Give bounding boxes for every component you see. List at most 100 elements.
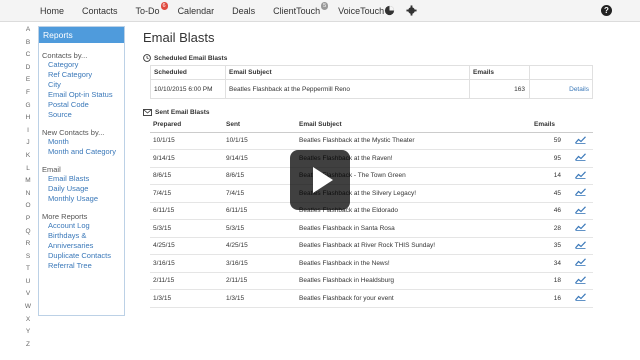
- alphabet-letter[interactable]: W: [22, 301, 34, 314]
- alphabet-letter[interactable]: S: [22, 251, 34, 264]
- top-navigation-bar: Home Contacts To-Do 6 Calendar Deals Clie…: [0, 0, 640, 22]
- sidebar-link[interactable]: Month and Category: [39, 147, 124, 157]
- sidebar-link[interactable]: Month: [39, 137, 124, 147]
- sidebar-title: Reports: [39, 27, 124, 43]
- clock-icon: [143, 54, 151, 62]
- nav-todo-label: To-Do: [135, 6, 160, 16]
- sidebar-link[interactable]: Postal Code: [39, 100, 124, 110]
- alphabet-letter[interactable]: Y: [22, 326, 34, 339]
- sidebar-link[interactable]: Source: [39, 110, 124, 120]
- emails-count: 45: [531, 184, 565, 203]
- sent-table: Prepared Sent Email Subject Emails 10/1/…: [150, 118, 593, 308]
- email-subject: Beatles Flashback at the Mystic Theater: [296, 132, 531, 150]
- sidebar-link[interactable]: Referral Tree: [39, 261, 124, 271]
- nav-home[interactable]: Home: [40, 6, 64, 16]
- help-icon[interactable]: ?: [601, 5, 612, 16]
- nav-todo[interactable]: To-Do 6: [135, 2, 168, 16]
- trend-chart-icon[interactable]: [565, 184, 593, 203]
- table-row: 1/3/15 1/3/15 Beatles Flashback for your e…: [150, 289, 593, 308]
- sidebar-link[interactable]: Email Opt-in Status: [39, 90, 124, 100]
- alphabet-letter[interactable]: M: [22, 175, 34, 188]
- sidebar-link[interactable]: Monthly Usage: [39, 194, 124, 204]
- prepared-date: 6/11/15: [150, 202, 223, 220]
- sidebar-link[interactable]: Category: [39, 60, 124, 70]
- alphabet-letter[interactable]: T: [22, 263, 34, 276]
- alphabet-letter[interactable]: Q: [22, 226, 34, 239]
- emails-count: 18: [531, 272, 565, 290]
- table-row: 4/25/15 4/25/15 Beatles Flashback at River…: [150, 237, 593, 255]
- alphabet-letter[interactable]: X: [22, 314, 34, 327]
- envelope-icon: [143, 109, 152, 116]
- alphabet-letter[interactable]: R: [22, 238, 34, 251]
- sent-date: 2/11/15: [223, 272, 296, 290]
- trend-chart-icon[interactable]: [565, 254, 593, 273]
- emails-count: 28: [531, 219, 565, 238]
- page-title: Email Blasts: [143, 30, 215, 45]
- trend-chart-icon[interactable]: [565, 149, 593, 168]
- sent-heading-text: Sent Email Blasts: [155, 109, 210, 116]
- trend-chart-icon[interactable]: [565, 202, 593, 220]
- table-row: 10/10/2015 6:00 PM Beatles Flashback at t…: [150, 79, 593, 99]
- col-trend: [565, 118, 593, 133]
- table-row: 8/6/15 8/6/15 Beatles Flashback - The Town…: [150, 167, 593, 185]
- video-play-button[interactable]: [290, 150, 350, 210]
- alphabet-letter[interactable]: N: [22, 188, 34, 201]
- alphabet-letter[interactable]: A: [22, 24, 34, 37]
- alphabet-letter[interactable]: F: [22, 87, 34, 100]
- trend-chart-icon[interactable]: [565, 289, 593, 308]
- nav-clienttouch-label: ClientTouch: [273, 6, 321, 16]
- sent-date: 3/16/15: [223, 254, 296, 273]
- nav-calendar[interactable]: Calendar: [178, 6, 215, 16]
- alphabet-letter[interactable]: B: [22, 37, 34, 50]
- scheduled-table: Scheduled Email Subject Emails 10/10/201…: [150, 65, 593, 99]
- nav-contacts[interactable]: Contacts: [82, 6, 118, 16]
- sidebar-link[interactable]: Account Log: [39, 221, 124, 231]
- details-link[interactable]: Details: [529, 79, 593, 99]
- alphabet-letter[interactable]: Z: [22, 339, 34, 352]
- scheduled-heading: Scheduled Email Blasts: [143, 54, 603, 62]
- col-prepared: Prepared: [150, 118, 223, 133]
- sidebar-link[interactable]: Email Blasts: [39, 174, 124, 184]
- trend-chart-icon[interactable]: [565, 237, 593, 255]
- trend-chart-icon[interactable]: [565, 167, 593, 185]
- emails-count: 35: [531, 237, 565, 255]
- pie-chart-icon[interactable]: [384, 5, 395, 16]
- nav-deals[interactable]: Deals: [232, 6, 255, 16]
- sidebar-link[interactable]: City: [39, 80, 124, 90]
- sidebar-link[interactable]: Daily Usage: [39, 184, 124, 194]
- alphabet-letter[interactable]: C: [22, 49, 34, 62]
- trend-chart-icon[interactable]: [565, 132, 593, 150]
- col-action: [529, 65, 593, 80]
- sidebar-link[interactable]: Birthdays & Anniversaries: [39, 231, 124, 251]
- alphabet-letter[interactable]: L: [22, 163, 34, 176]
- prepared-date: 3/16/15: [150, 254, 223, 273]
- gear-icon[interactable]: [406, 5, 417, 16]
- prepared-date: 8/6/15: [150, 167, 223, 185]
- alphabet-letter[interactable]: U: [22, 276, 34, 289]
- alphabet-letter[interactable]: O: [22, 200, 34, 213]
- col-scheduled: Scheduled: [150, 65, 226, 80]
- nav-voicetouch[interactable]: VoiceTouch: [338, 6, 384, 16]
- alphabet-letter[interactable]: V: [22, 288, 34, 301]
- nav-clienttouch[interactable]: ClientTouch 5: [273, 2, 329, 16]
- alphabet-letter[interactable]: J: [22, 137, 34, 150]
- alphabet-letter[interactable]: K: [22, 150, 34, 163]
- alphabet-letter[interactable]: P: [22, 213, 34, 226]
- sidebar-section-title: More Reports: [42, 212, 88, 221]
- emails-count: 59: [531, 132, 565, 150]
- alphabet-letter[interactable]: G: [22, 100, 34, 113]
- alphabet-letter[interactable]: I: [22, 125, 34, 138]
- emails-count: 95: [531, 149, 565, 168]
- email-subject: Beatles Flashback for your event: [296, 289, 531, 308]
- alphabet-letter[interactable]: H: [22, 112, 34, 125]
- reports-sidebar: Reports Contacts by... Category Ref Catego…: [38, 26, 125, 316]
- alphabet-letter[interactable]: D: [22, 62, 34, 75]
- col-emails: Emails: [531, 118, 565, 133]
- alphabet-letter[interactable]: E: [22, 74, 34, 87]
- trend-chart-icon[interactable]: [565, 219, 593, 238]
- trend-chart-icon[interactable]: [565, 272, 593, 290]
- sidebar-link[interactable]: Ref Category: [39, 70, 124, 80]
- todo-count-badge: 6: [160, 2, 168, 10]
- scheduled-heading-text: Scheduled Email Blasts: [154, 54, 228, 62]
- sidebar-link[interactable]: Duplicate Contacts: [39, 251, 124, 261]
